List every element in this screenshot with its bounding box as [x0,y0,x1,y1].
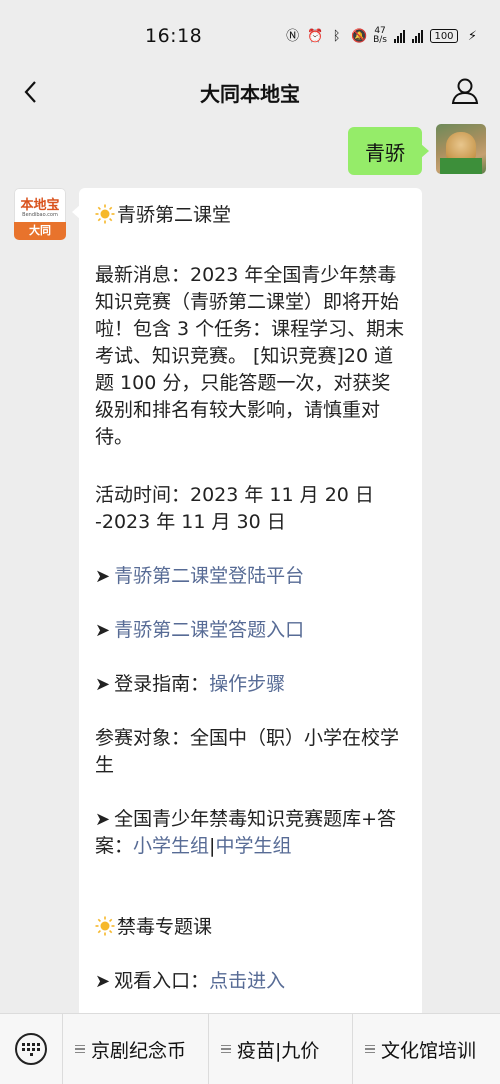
middle-group-link[interactable]: 中学生组 [215,835,291,857]
nfc-icon: Ⓝ [286,28,300,44]
answer-link-line: ➤ 青骄第二课堂答题入口 [95,617,407,644]
bluetooth-icon: ᛒ [332,28,341,44]
keyboard-icon [15,1033,47,1065]
primary-group-link[interactable]: 小学生组 [133,835,209,857]
outgoing-message-text: 青骄 [365,140,405,165]
news-text: 最新消息：2023 年全国青少年禁毒知识竞赛（青骄第二课堂）即将开始啦！包含 3… [95,264,405,448]
menu-item-label: 文化馆培训 [381,1039,477,1062]
bot-logo-city: 大同 [14,222,66,240]
status-bar: 16:18 Ⓝ ⏰ ᛒ 🔕 47 B/s 100 ⚡ [0,0,500,72]
watch-label: 观看入口： [114,970,210,992]
profile-icon[interactable] [450,76,480,106]
status-icons: Ⓝ ⏰ ᛒ 🔕 47 B/s 100 ⚡ [285,27,480,45]
charging-icon: ⚡ [467,28,478,44]
course-heading: 禁毒专题课 [117,916,213,938]
question-bank-line: ➤ 全国青少年禁毒知识竞赛题库+答案：小学生组|中学生组 [95,806,407,860]
chat-title: 大同本地宝 [200,81,300,106]
platform-link[interactable]: 青骄第二课堂登陆平台 [114,565,304,587]
menu-list-icon [75,1043,85,1056]
mute-icon: 🔕 [351,28,368,44]
bot-logo-text: 本地宝 [20,198,60,213]
answer-entry-link[interactable]: 青骄第二课堂答题入口 [114,619,304,641]
bot-logo-url: Bendibao.com [22,212,58,218]
audience-text: 参赛对象：全国中（职）小学在校学生 [95,727,400,776]
menu-item-vaccine[interactable]: 疫苗|九价 [208,1014,352,1084]
bot-avatar[interactable]: 本地宝 Bendibao.com 大同 [14,188,66,240]
user-avatar[interactable] [436,124,486,174]
alarm-icon: ⏰ [307,28,324,44]
battery-icon: 100 [430,29,458,43]
incoming-message-bubble: 青骄第二课堂 最新消息：2023 年全国青少年禁毒知识竞赛（青骄第二课堂）即将开… [72,188,422,1018]
menu-item-opera-coin[interactable]: 京剧纪念币 [62,1014,208,1084]
keyboard-toggle-button[interactable] [0,1014,62,1084]
menu-list-icon [221,1043,231,1056]
menu-list-icon [365,1043,375,1056]
sun-icon [95,916,115,936]
arrow-icon: ➤ [95,674,111,695]
menu-item-culture-training[interactable]: 文化馆培训 [352,1014,500,1084]
arrow-icon: ➤ [95,971,111,992]
back-arrow-icon[interactable] [18,78,46,106]
reply-heading: 青骄第二课堂 [117,204,232,226]
watch-line: ➤ 观看入口：点击进入 [95,968,407,995]
outgoing-message-bubble[interactable]: 青骄 [348,127,429,175]
platform-link-line: ➤ 青骄第二课堂登陆平台 [95,563,407,590]
signal-icon [394,29,405,43]
avatar-basket [440,158,482,174]
network-speed-unit: B/s [373,35,387,45]
menu-item-label: 京剧纪念币 [91,1039,187,1062]
course-heading-line: 禁毒专题课 [95,914,407,941]
status-time: 16:18 [145,25,203,47]
guide-line: ➤ 登录指南：操作步骤 [95,671,407,698]
reply-heading-line: 青骄第二课堂 [95,202,407,229]
arrow-icon: ➤ [95,809,111,830]
sun-icon [95,204,115,224]
arrow-icon: ➤ [95,620,111,641]
arrow-icon: ➤ [95,566,111,587]
watch-entry-link[interactable]: 点击进入 [209,970,285,992]
activity-time-line1: 活动时间：2023 年 11 月 20 日 [95,484,374,506]
network-speed: 47 B/s [373,27,387,45]
guide-steps-link[interactable]: 操作步骤 [209,673,285,695]
chat-header: 大同本地宝 [0,72,500,112]
guide-label: 登录指南： [114,673,210,695]
activity-time-line2: -2023 年 11 月 30 日 [95,511,286,533]
signal-icon-2 [412,29,423,43]
bottom-menu-bar: 京剧纪念币 疫苗|九价 文化馆培训 [0,1013,500,1084]
menu-item-label: 疫苗|九价 [237,1039,320,1062]
